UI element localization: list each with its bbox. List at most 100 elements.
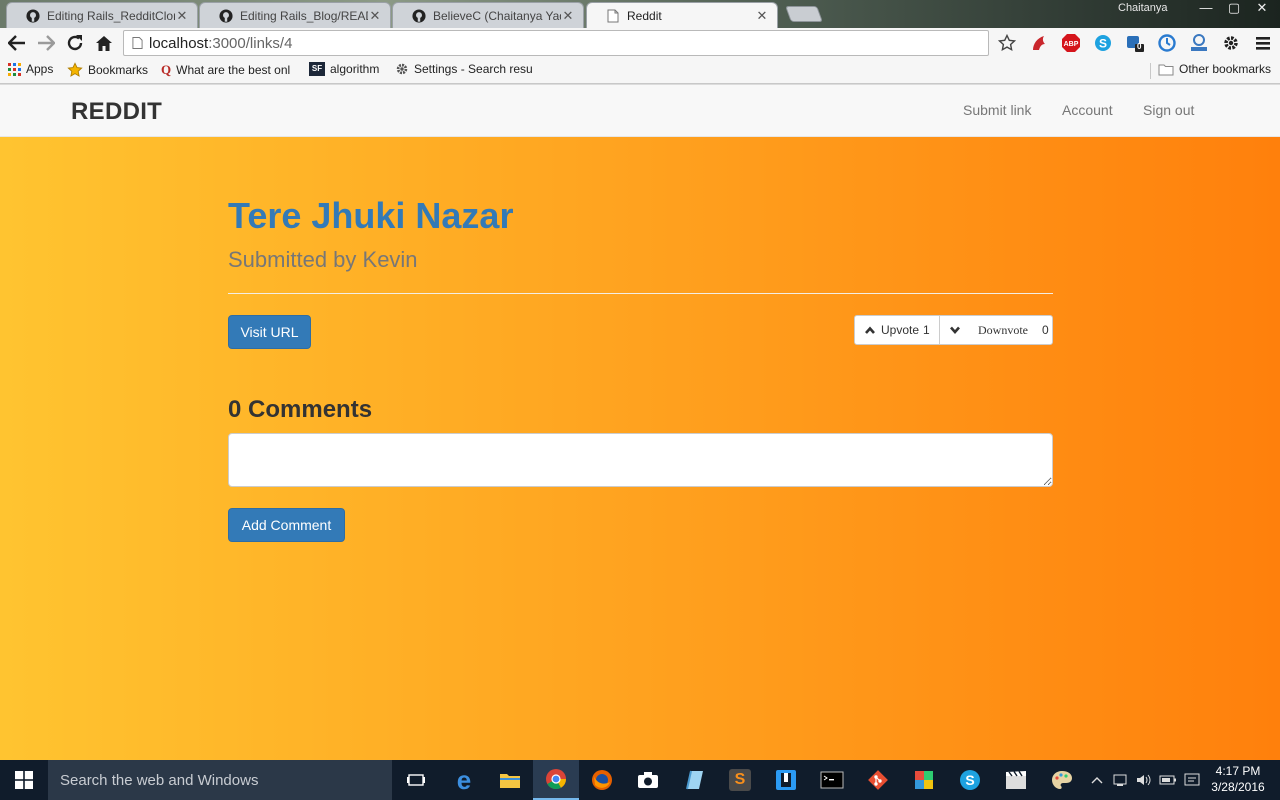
edge-icon[interactable]: e xyxy=(441,760,487,800)
divider xyxy=(228,293,1053,294)
downvote-count: 0 xyxy=(1042,323,1049,337)
add-comment-button[interactable]: Add Comment xyxy=(228,508,345,542)
tab-title: Reddit xyxy=(627,8,662,23)
clock-time: 4:17 PM xyxy=(1215,764,1261,778)
task-view-icon[interactable] xyxy=(393,760,439,800)
close-window-icon[interactable]: ✕ xyxy=(1248,0,1276,16)
paint-icon[interactable] xyxy=(1039,760,1085,800)
extension-badge-icon[interactable]: 0 xyxy=(1125,33,1145,53)
bookmark-star-icon[interactable] xyxy=(997,33,1017,53)
clock-date: 3/28/2016 xyxy=(1211,780,1265,794)
url-host: localhost xyxy=(149,34,209,52)
bookmark-algorithm[interactable]: SF algorithm xyxy=(309,62,379,76)
gear-icon xyxy=(395,62,409,76)
menu-hamburger-icon[interactable] xyxy=(1253,33,1273,53)
skype-icon[interactable]: S xyxy=(1093,33,1113,53)
extension-red-icon[interactable] xyxy=(1029,33,1049,53)
profile-name[interactable]: Chaitanya xyxy=(1118,2,1168,14)
nav-account[interactable]: Account xyxy=(1062,102,1113,118)
upvote-count: 1 xyxy=(923,323,930,337)
nav-sign-out[interactable]: Sign out xyxy=(1143,102,1194,118)
nav-submit-link[interactable]: Submit link xyxy=(963,102,1031,118)
apps-grid-icon xyxy=(8,62,21,76)
taskbar-search[interactable]: Search the web and Windows xyxy=(48,760,392,800)
address-bar[interactable]: localhost:3000/links/4 xyxy=(123,30,989,56)
upvote-label: Upvote xyxy=(881,323,920,337)
site-navbar: REDDIT Submit link Account Sign out xyxy=(0,85,1280,137)
tab-close-icon[interactable]: ✕ xyxy=(561,8,575,24)
bookmark-settings[interactable]: Settings - Search resu xyxy=(395,62,533,76)
svg-text:ABP: ABP xyxy=(1064,41,1079,48)
terminal-icon[interactable] xyxy=(809,760,855,800)
taskbar-clock[interactable]: 4:17 PM 3/28/2016 xyxy=(1206,763,1270,795)
camera-icon[interactable] xyxy=(625,760,671,800)
colorful-app-icon[interactable] xyxy=(901,760,947,800)
bookmark-bookmarks[interactable]: Bookmarks xyxy=(67,62,148,78)
github-icon xyxy=(218,8,234,24)
skype-taskbar-icon[interactable]: S xyxy=(947,760,993,800)
git-icon[interactable] xyxy=(855,760,901,800)
home-icon[interactable] xyxy=(93,32,115,54)
back-arrow-icon[interactable] xyxy=(6,32,28,54)
github-icon xyxy=(25,8,41,24)
bookmark-label: algorithm xyxy=(330,62,380,76)
comments-heading: 0 Comments xyxy=(228,396,373,423)
svg-text:S: S xyxy=(1099,37,1107,51)
star-icon xyxy=(67,62,83,78)
tab-title: Editing Rails_RedditClone/ xyxy=(47,8,175,23)
github-icon xyxy=(411,8,427,24)
tab-close-icon[interactable]: ✕ xyxy=(175,8,189,24)
windows-taskbar: Search the web and Windows e S S 4:17 PM… xyxy=(0,760,1280,800)
browser-tab-active[interactable]: Reddit ✕ xyxy=(586,2,778,28)
site-brand[interactable]: REDDIT xyxy=(71,98,162,126)
browser-tab[interactable]: Editing Rails_Blog/READM ✕ xyxy=(199,2,391,28)
url-path: :3000/links/4 xyxy=(208,34,293,52)
tray-chevron-up-icon[interactable] xyxy=(1087,760,1107,800)
folder-icon xyxy=(1158,63,1174,76)
browser-tab[interactable]: BelieveC (Chaitanya Yadav ✕ xyxy=(392,2,584,28)
windows-start-icon[interactable] xyxy=(0,760,48,800)
maximize-icon[interactable]: ▢ xyxy=(1220,0,1248,16)
tab-close-icon[interactable]: ✕ xyxy=(755,8,769,24)
file-explorer-icon[interactable] xyxy=(487,760,533,800)
other-bookmarks[interactable]: Other bookmarks xyxy=(1158,62,1271,76)
bookmark-apps[interactable]: Apps xyxy=(8,62,53,76)
link-submitter: Submitted by Kevin xyxy=(228,247,418,272)
history-icon[interactable] xyxy=(1157,33,1177,53)
other-bookmarks-label: Other bookmarks xyxy=(1179,62,1272,76)
sublime-text-icon[interactable]: S xyxy=(717,760,763,800)
notepad-icon[interactable] xyxy=(671,760,717,800)
upvote-button[interactable]: Upvote 1 xyxy=(855,316,940,344)
new-tab-button[interactable] xyxy=(785,6,823,22)
link-title[interactable]: Tere Jhuki Nazar xyxy=(228,195,513,237)
adblock-icon[interactable]: ABP xyxy=(1061,33,1081,53)
tab-close-icon[interactable]: ✕ xyxy=(368,8,382,24)
bookmark-label: Bookmarks xyxy=(88,63,149,77)
svg-text:S: S xyxy=(965,772,974,788)
downvote-button[interactable]: Downvote 0 xyxy=(940,316,1052,344)
firefox-icon[interactable] xyxy=(579,760,625,800)
reload-icon[interactable] xyxy=(64,32,86,54)
volume-icon[interactable] xyxy=(1133,760,1155,800)
browser-tab[interactable]: Editing Rails_RedditClone/ ✕ xyxy=(6,2,198,28)
battery-icon[interactable] xyxy=(1157,760,1179,800)
bookmark-quora[interactable]: Q What are the best onl xyxy=(161,62,290,78)
page-icon xyxy=(605,8,621,24)
notifications-icon[interactable] xyxy=(1181,760,1203,800)
forward-arrow-icon[interactable] xyxy=(35,32,57,54)
downvote-label: Downvote xyxy=(978,322,1028,337)
settings-gear-icon[interactable] xyxy=(1221,33,1241,53)
page-info-icon[interactable] xyxy=(132,36,143,50)
browser-toolbar: localhost:3000/links/4 ABP S 0 xyxy=(0,28,1280,58)
sf-icon: SF xyxy=(309,62,325,76)
network-icon[interactable] xyxy=(1110,760,1132,800)
minimize-icon[interactable]: — xyxy=(1192,0,1220,15)
bookmarks-divider xyxy=(1150,63,1151,79)
tab-title: Editing Rails_Blog/READM xyxy=(240,8,368,23)
download-manager-icon[interactable] xyxy=(1189,33,1209,53)
chrome-icon[interactable] xyxy=(533,760,579,800)
video-editor-icon[interactable] xyxy=(993,760,1039,800)
app-window-icon[interactable] xyxy=(763,760,809,800)
visit-url-button[interactable]: Visit URL xyxy=(228,315,311,349)
comment-textarea[interactable] xyxy=(228,433,1053,487)
